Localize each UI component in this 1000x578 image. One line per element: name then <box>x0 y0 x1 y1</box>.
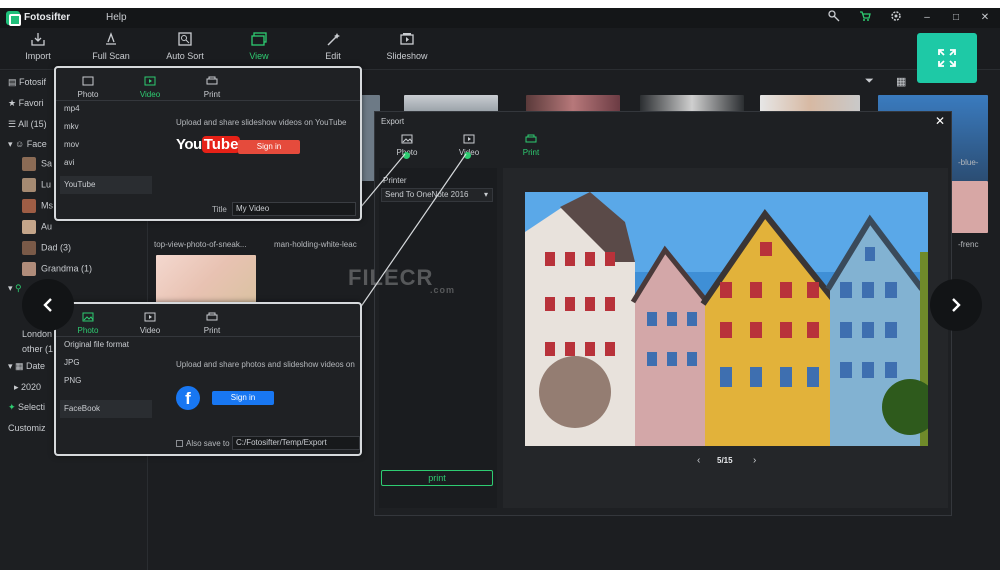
format-item-youtube[interactable]: YouTube <box>60 176 152 194</box>
facebook-sign-in-button[interactable]: Sign in <box>212 391 274 405</box>
format-item[interactable]: mov <box>60 136 152 154</box>
photo-icon <box>82 312 94 322</box>
video-icon <box>144 76 156 86</box>
chevron-right-icon <box>952 298 961 312</box>
also-save-checkbox[interactable] <box>176 440 183 447</box>
video-icon <box>144 312 156 322</box>
video-format-list: mp4 mkv mov avi YouTube <box>60 100 152 194</box>
photo-share-popup: Photo Video Print Original file format J… <box>54 302 362 456</box>
printer-icon <box>206 76 218 85</box>
chevron-left-icon <box>43 298 52 312</box>
title-label: Title <box>212 205 227 214</box>
photo-format-list: Original file format JPG PNG FaceBook <box>60 336 152 418</box>
youtube-sign-in-button[interactable]: Sign in <box>238 140 300 154</box>
format-item[interactable]: avi <box>60 154 152 172</box>
also-save-label: Also save to <box>186 439 230 448</box>
youtube-description: Upload and share slideshow videos on You… <box>176 118 347 127</box>
youtube-wordmark-tube: Tube <box>201 136 241 153</box>
previous-slide-button[interactable] <box>22 279 74 331</box>
facebook-description: Upload and share photos and slideshow vi… <box>176 360 355 369</box>
format-item[interactable]: mp4 <box>60 100 152 118</box>
popup-tab-photo[interactable]: Photo <box>68 76 108 99</box>
export-path-input[interactable]: C:/Fotosifter/Temp/Export <box>232 436 360 450</box>
facebook-logo-icon: f <box>176 386 200 410</box>
popup-tab-video[interactable]: Video <box>130 312 170 335</box>
format-item[interactable]: Original file format <box>60 336 152 354</box>
watermark-logo: FILECR .com <box>348 265 456 295</box>
fullscreen-expand-button[interactable] <box>917 33 977 83</box>
video-share-popup: Photo Video Print mp4 mkv mov avi YouTub… <box>54 66 362 221</box>
youtube-logo: You Tube <box>176 136 241 158</box>
photo-icon <box>82 76 94 86</box>
popup-tab-video[interactable]: Video <box>130 76 170 99</box>
format-item[interactable]: JPG <box>60 354 152 372</box>
printer-icon <box>206 312 218 321</box>
format-item-facebook[interactable]: FaceBook <box>60 400 152 418</box>
popup-tab-photo[interactable]: Photo <box>68 312 108 335</box>
title-input[interactable]: My Video <box>232 202 356 216</box>
screenshot-stage: Fotosifter Help – □ ✕ Import Full Scan A… <box>0 0 1000 578</box>
youtube-wordmark-you: You <box>176 136 202 153</box>
app-window: Fotosifter Help – □ ✕ Import Full Scan A… <box>0 8 1000 570</box>
popup-tab-print[interactable]: Print <box>192 312 232 335</box>
popup-tab-print[interactable]: Print <box>192 76 232 99</box>
format-item[interactable]: PNG <box>60 372 152 390</box>
format-item[interactable]: mkv <box>60 118 152 136</box>
next-slide-button[interactable] <box>930 279 982 331</box>
expand-icon <box>938 49 956 67</box>
